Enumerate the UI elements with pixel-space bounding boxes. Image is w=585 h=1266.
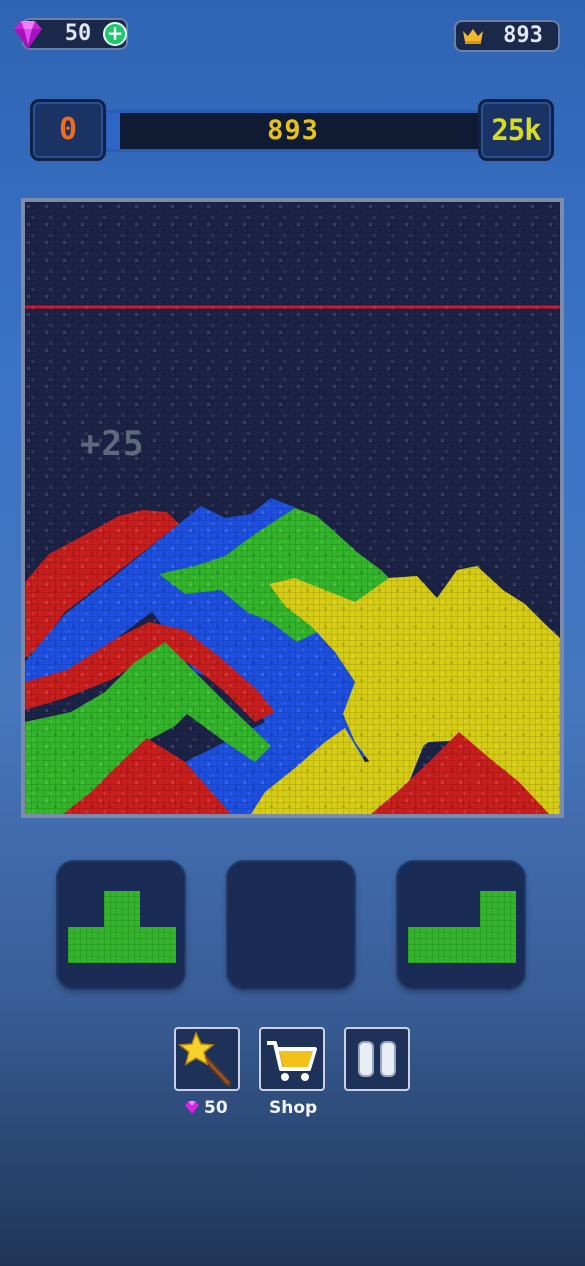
- j-piece[interactable]: [396, 860, 526, 990]
- gem-count: 50: [64, 21, 92, 46]
- magic-wand-icon: [178, 1031, 231, 1086]
- sand-pile: [25, 202, 560, 814]
- gem-cost-icon: [185, 1101, 199, 1114]
- combo-popup: +25: [80, 424, 145, 464]
- current-score: 893: [267, 115, 319, 146]
- pause-icon: [358, 1041, 396, 1077]
- piece-slot-1[interactable]: [56, 860, 186, 990]
- magic-wand-cost: 50: [204, 1098, 228, 1118]
- piece-slot-3[interactable]: [396, 860, 526, 990]
- shop-button[interactable]: [259, 1027, 325, 1091]
- piece-slot-2[interactable]: [226, 860, 356, 990]
- add-gems-button[interactable]: +: [103, 22, 127, 46]
- progress-goal-label: 25k: [491, 113, 541, 147]
- progress-start-label: 0: [58, 112, 78, 147]
- game-board[interactable]: [21, 198, 564, 818]
- gem-icon: [14, 21, 42, 49]
- crown-icon: [463, 29, 483, 44]
- magic-wand-button[interactable]: [174, 1027, 240, 1091]
- t-piece[interactable]: [56, 860, 186, 990]
- pause-button[interactable]: [344, 1027, 410, 1091]
- shopping-cart-icon: [267, 1041, 317, 1081]
- best-score: 893: [503, 23, 543, 48]
- shop-label: Shop: [269, 1098, 318, 1118]
